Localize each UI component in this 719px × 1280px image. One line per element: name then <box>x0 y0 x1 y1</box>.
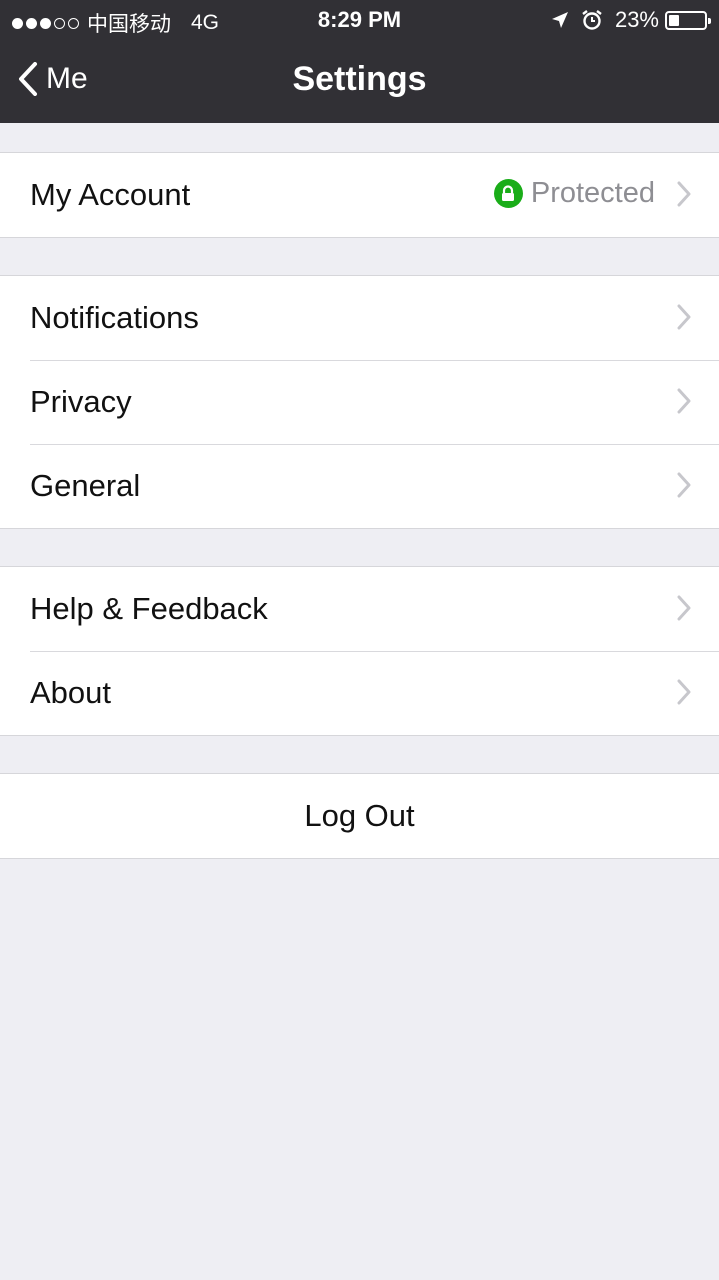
logout-group: Log Out <box>0 773 719 859</box>
general-cell[interactable]: General <box>0 444 719 528</box>
notifications-cell[interactable]: Notifications <box>0 276 719 360</box>
battery-percentage: 23% <box>614 7 659 32</box>
chevron-right-icon <box>677 388 691 414</box>
my-account-label: My Account <box>30 177 191 212</box>
privacy-cell[interactable]: Privacy <box>0 360 719 444</box>
help-feedback-label: Help & Feedback <box>30 591 268 626</box>
about-cell[interactable]: About <box>0 651 719 735</box>
lock-icon <box>493 179 523 208</box>
support-group: Help & Feedback About <box>0 566 719 736</box>
status-right: 23% <box>551 7 711 33</box>
location-arrow-icon <box>551 11 569 29</box>
privacy-label: Privacy <box>30 384 132 419</box>
chevron-right-icon <box>677 679 691 705</box>
chevron-right-icon <box>677 595 691 621</box>
general-label: General <box>30 468 141 503</box>
about-label: About <box>30 675 112 710</box>
account-status: Protected <box>493 177 655 210</box>
log-out-button[interactable]: Log Out <box>0 774 719 858</box>
chevron-right-icon <box>677 304 691 330</box>
my-account-cell[interactable]: My Account Protected <box>0 153 719 237</box>
log-out-label: Log Out <box>304 798 415 833</box>
preferences-group: Notifications Privacy General <box>0 275 719 529</box>
notifications-label: Notifications <box>30 300 199 335</box>
chevron-right-icon <box>677 472 691 498</box>
battery-icon <box>665 10 711 30</box>
account-group: My Account Protected <box>0 152 719 238</box>
help-feedback-cell[interactable]: Help & Feedback <box>0 567 719 651</box>
chevron-right-icon <box>677 181 691 207</box>
navigation-bar: Me Settings <box>0 40 719 123</box>
status-bar: 中国移动 4G 8:29 PM 23% <box>0 0 719 40</box>
settings-screen: 中国移动 4G 8:29 PM 23% Me Settings My Accou… <box>0 0 719 1280</box>
account-status-text: Protected <box>530 177 655 209</box>
page-title: Settings <box>292 60 427 98</box>
alarm-icon <box>581 9 603 31</box>
